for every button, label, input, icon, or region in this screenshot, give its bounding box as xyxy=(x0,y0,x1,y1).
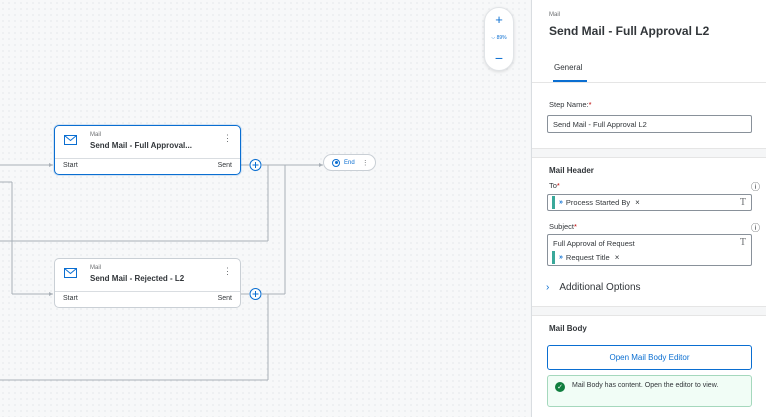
zoom-in-button[interactable]: + xyxy=(485,12,513,27)
section-divider xyxy=(532,306,766,316)
to-label: To* xyxy=(549,181,560,190)
remove-token-icon[interactable]: × xyxy=(615,253,620,262)
end-node[interactable]: End ⋮ xyxy=(323,154,376,171)
more-options-icon[interactable]: ⋮ xyxy=(362,159,369,167)
tab-bar-border xyxy=(532,82,766,83)
text-mode-icon[interactable]: T xyxy=(740,237,746,248)
open-mail-body-editor-button[interactable]: Open Mail Body Editor xyxy=(547,345,752,370)
node-type-label: Mail xyxy=(90,132,102,138)
zoom-control: + ⌵ 89% − xyxy=(484,7,514,71)
chevron-right-icon: › xyxy=(546,282,550,293)
zoom-level-value: 89% xyxy=(496,35,507,41)
info-icon[interactable]: ⓘ xyxy=(751,180,760,193)
end-icon xyxy=(332,158,340,167)
step-name-input[interactable]: Send Mail - Full Approval L2 xyxy=(547,115,752,133)
end-label: End xyxy=(344,159,355,166)
workflow-canvas[interactable]: Mail Send Mail - Full Approval... ⋮ Star… xyxy=(0,0,530,417)
mail-header-heading: Mail Header xyxy=(549,166,594,175)
node-sent-label: Sent xyxy=(217,295,232,302)
mail-icon xyxy=(64,135,77,145)
info-icon[interactable]: ⓘ xyxy=(751,221,760,234)
section-divider xyxy=(532,148,766,158)
mail-body-heading: Mail Body xyxy=(549,324,587,333)
node-title: Send Mail - Full Approval... xyxy=(90,141,192,150)
more-options-icon[interactable]: ⋮ xyxy=(223,133,232,144)
connector-lines xyxy=(0,159,323,381)
additional-options-label: Additional Options xyxy=(559,282,641,293)
mail-body-status-message: ✓ Mail Body has content. Open the editor… xyxy=(547,375,752,407)
node-divider xyxy=(55,291,240,292)
subject-token-label: Request Title xyxy=(565,253,610,262)
variable-icon: » xyxy=(559,199,563,206)
zoom-out-button[interactable]: − xyxy=(485,50,513,66)
to-token-label: Process Started By xyxy=(565,198,631,207)
step-name-label: Step Name:* xyxy=(549,100,592,109)
text-mode-icon[interactable]: T xyxy=(740,197,746,208)
node-divider xyxy=(55,158,240,159)
step-name-value: Send Mail - Full Approval L2 xyxy=(553,120,647,129)
node-type-label: Mail xyxy=(90,265,102,271)
mail-node-rejected[interactable]: Mail Send Mail - Rejected - L2 ⋮ Start S… xyxy=(54,258,241,308)
panel-type-label: Mail xyxy=(549,12,561,18)
node-start-label: Start xyxy=(63,295,78,302)
node-start-label: Start xyxy=(63,162,78,169)
add-step-icon xyxy=(249,288,262,300)
tab-general[interactable]: General xyxy=(554,63,582,72)
success-check-icon: ✓ xyxy=(555,382,565,392)
to-field[interactable]: » Process Started By × T xyxy=(547,194,752,211)
add-step-icon xyxy=(249,159,262,171)
mail-body-status-text: Mail Body has content. Open the editor t… xyxy=(572,382,719,389)
panel-title: Send Mail - Full Approval L2 xyxy=(549,24,710,38)
subject-label: Subject* xyxy=(549,222,577,231)
node-title: Send Mail - Rejected - L2 xyxy=(90,274,185,283)
to-token: » Process Started By × xyxy=(552,196,644,209)
subject-token: » Request Title × xyxy=(552,251,624,264)
more-options-icon[interactable]: ⋮ xyxy=(223,266,232,277)
mail-node-full-approval[interactable]: Mail Send Mail - Full Approval... ⋮ Star… xyxy=(54,125,241,175)
remove-token-icon[interactable]: × xyxy=(635,198,640,207)
subject-text: Full Approval of Request xyxy=(553,239,635,248)
mail-icon xyxy=(64,268,77,278)
additional-options-toggle[interactable]: › Additional Options xyxy=(546,282,641,293)
zoom-level-dropdown[interactable]: ⌵ 89% xyxy=(485,35,513,41)
subject-field[interactable]: Full Approval of Request » Request Title… xyxy=(547,234,752,266)
variable-icon: » xyxy=(559,254,563,261)
node-sent-label: Sent xyxy=(217,162,232,169)
properties-panel: Mail Send Mail - Full Approval L2 Genera… xyxy=(531,0,766,417)
